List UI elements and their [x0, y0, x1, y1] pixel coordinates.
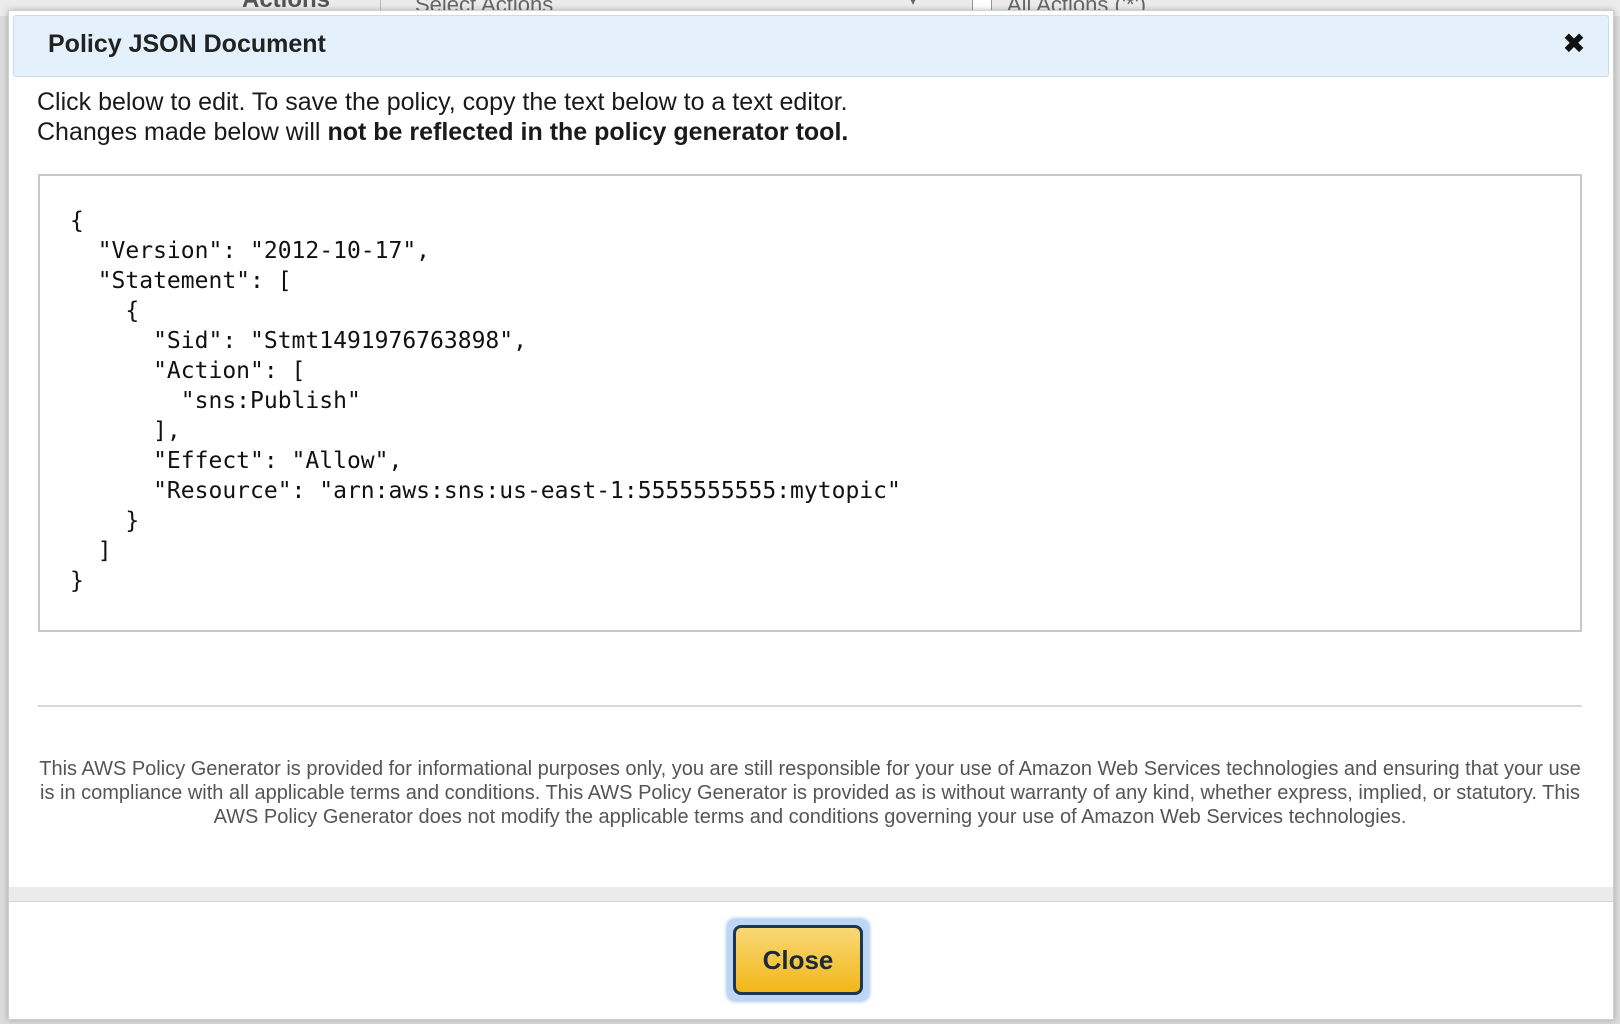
chevron-down-icon: ▾ [909, 0, 916, 8]
policy-json-editor[interactable]: { "Version": "2012-10-17", "Statement": … [38, 174, 1582, 632]
modal-title: Policy JSON Document [48, 30, 326, 58]
instructions-line-2-bold: not be reflected in the policy generator… [327, 118, 849, 146]
instructions-line-2: Changes made below will not be reflected… [37, 117, 1537, 147]
modal-header: Policy JSON Document ✖ [13, 15, 1609, 77]
disclaimer-text: This AWS Policy Generator is provided fo… [39, 758, 1581, 828]
close-button[interactable]: Close [733, 925, 863, 995]
page: Actions Select Actions ▾ All Actions ('*… [0, 0, 1620, 1024]
policy-json-text[interactable]: { "Version": "2012-10-17", "Statement": … [70, 206, 901, 596]
instructions-line-1: Click below to edit. To save the policy,… [37, 88, 848, 116]
close-icon[interactable]: ✖ [1558, 28, 1590, 60]
policy-json-modal: Policy JSON Document ✖ Click below to ed… [8, 10, 1614, 1020]
close-button-focus-ring: Close [727, 919, 869, 1001]
divider [38, 705, 1582, 707]
modal-instructions: Click below to edit. To save the policy,… [37, 87, 1537, 147]
footer-separator [9, 887, 1613, 902]
instructions-line-2-text: Changes made below will [37, 118, 328, 146]
